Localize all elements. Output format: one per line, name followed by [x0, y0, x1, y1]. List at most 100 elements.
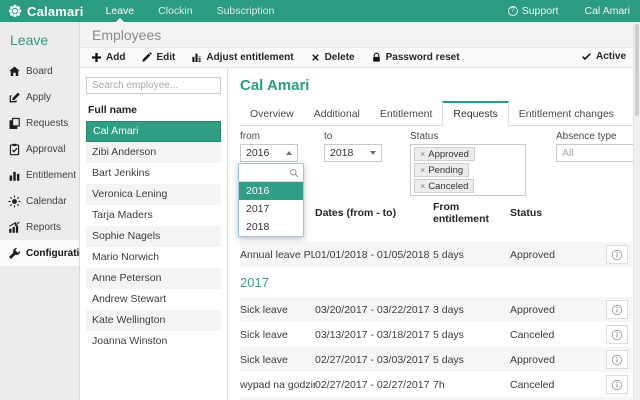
year-section-header: 2017	[240, 275, 269, 290]
from-year-select[interactable]: 2016	[240, 144, 298, 162]
sidebar-item-approval[interactable]: Approval	[0, 136, 79, 162]
status-tag-canceled[interactable]: × Canceled	[414, 179, 475, 193]
employee-row[interactable]: Mario Norwich	[86, 247, 221, 268]
search-icon	[289, 168, 299, 178]
employee-row[interactable]: Zibi Anderson	[86, 142, 221, 163]
absence-type-input[interactable]	[556, 144, 640, 162]
top-nav-clockin[interactable]: Clockin	[146, 0, 204, 22]
calamari-logo-icon	[8, 4, 22, 18]
dropdown-option-2018[interactable]: 2018	[239, 218, 303, 236]
status-column-header: Status	[510, 207, 543, 219]
remove-tag-icon[interactable]: ×	[420, 181, 425, 191]
scrollbar-thumb[interactable]	[635, 24, 639, 116]
request-row: wypad na godzine02/27/2017 - 02/27/20177…	[240, 372, 632, 397]
user-menu[interactable]: Cal Amari	[584, 5, 630, 17]
info-button[interactable]	[606, 300, 628, 319]
help-circle-icon: ?	[507, 6, 518, 16]
support-link[interactable]: ? Support	[507, 5, 559, 17]
dropdown-search	[239, 164, 303, 182]
employee-row[interactable]: Anne Peterson	[86, 268, 221, 289]
info-button[interactable]	[606, 350, 628, 369]
employee-detail-title: Cal Amari	[240, 77, 310, 94]
info-button[interactable]	[606, 325, 628, 344]
status-tag-pending[interactable]: × Pending	[414, 163, 470, 177]
status-tag-label: Approved	[428, 148, 469, 160]
status-tag-approved[interactable]: × Approved	[414, 147, 475, 161]
top-nav-leave[interactable]: Leave	[94, 0, 147, 22]
employee-row[interactable]: Tarja Maders	[86, 205, 221, 226]
from-year-value: 2016	[246, 147, 270, 159]
caret-down-icon	[370, 151, 376, 155]
active-filter-button[interactable]: Active	[581, 51, 626, 62]
dates-column-header: Dates (from - to)	[315, 207, 397, 219]
edit-button[interactable]: Edit	[141, 52, 175, 63]
tab-entitlement-changes[interactable]: Entitlement changes	[509, 103, 624, 125]
absence-type-filter: Absence type	[556, 131, 640, 196]
status-cell: Canceled	[510, 328, 555, 341]
employee-row[interactable]: Cal Amari	[86, 121, 221, 142]
employee-detail: Cal Amari Overview Additional Entitlement R…	[228, 68, 640, 400]
leave-type-cell: Sick leave	[240, 328, 288, 341]
leave-type-cell: Annual leave PL	[240, 248, 315, 261]
year-search-input[interactable]	[243, 167, 289, 178]
plus-icon	[91, 52, 102, 63]
dates-cell: 03/20/2017 - 03/22/2017	[315, 303, 430, 316]
tab-overview[interactable]: Overview	[240, 103, 304, 125]
tab-additional[interactable]: Additional	[304, 103, 370, 125]
request-row: Sick leave 02/27/2017 - 03/03/2017 5 days A…	[240, 347, 632, 372]
dropdown-option-2016[interactable]: 2016	[239, 182, 303, 200]
add-button[interactable]: Add	[91, 52, 125, 63]
employee-row[interactable]: Veronica Lening	[86, 184, 221, 205]
edit-button-label: Edit	[156, 52, 176, 63]
entitlement-cell: 7h	[433, 378, 445, 391]
status-tag-label: Canceled	[428, 180, 469, 192]
sidebar-item-entitlement[interactable]: Entitlement	[0, 162, 79, 188]
requests-table-body: Annual leave PL 01/01/2018 - 01/05/2018 5 …	[240, 222, 632, 400]
employee-row[interactable]: Kate Wellington	[86, 310, 221, 331]
info-button[interactable]	[606, 245, 628, 264]
dates-cell: 02/27/2017 - 02/27/2017	[315, 378, 430, 391]
brand[interactable]: Calamari	[0, 4, 94, 19]
delete-button[interactable]: Delete	[310, 52, 355, 63]
status-tag-label: Pending	[428, 164, 464, 176]
sidebar: Leave Board Apply Requests Approval Entitlem…	[0, 22, 92, 400]
page-scrollbar[interactable]	[633, 22, 640, 400]
sidebar-item-requests[interactable]: Requests	[0, 110, 79, 136]
sidebar-item-board[interactable]: Board	[0, 58, 79, 84]
remove-tag-icon[interactable]: ×	[420, 149, 425, 159]
tab-requests[interactable]: Requests	[442, 101, 509, 126]
adjust-entitlement-button[interactable]: Adjust entitlement	[191, 52, 294, 63]
status-tags-box[interactable]: × Approved × Pending × Canceled	[410, 144, 526, 196]
employee-row[interactable]: Sophie Nagels	[86, 226, 221, 247]
employee-row[interactable]: Joanna Winston	[86, 331, 221, 352]
employee-row[interactable]: Andrew Stewart	[86, 289, 221, 310]
sidebar-item-apply[interactable]: Apply	[0, 84, 79, 110]
remove-tag-icon[interactable]: ×	[420, 165, 425, 175]
dropdown-option-2017[interactable]: 2017	[239, 200, 303, 218]
password-reset-button[interactable]: Password reset	[371, 52, 460, 63]
support-label: Support	[521, 5, 559, 17]
topbar-right: ? Support Cal Amari	[507, 5, 640, 17]
top-nav-subscription[interactable]: Subscription	[205, 0, 287, 22]
home-icon	[8, 65, 21, 78]
sidebar-item-label: Entitlement	[26, 169, 77, 181]
to-filter: to 2018	[324, 131, 382, 196]
employee-row[interactable]: Bart Jenkins	[86, 163, 221, 184]
password-reset-button-label: Password reset	[385, 52, 460, 63]
active-filter-label: Active	[595, 50, 626, 62]
tab-entitlement[interactable]: Entitlement	[370, 103, 443, 125]
search-employee-input[interactable]	[86, 77, 221, 94]
lock-icon	[371, 52, 382, 63]
wrench-icon	[8, 247, 21, 260]
sidebar-item-reports[interactable]: Reports	[0, 214, 79, 240]
from-filter-label: from	[240, 131, 260, 142]
request-row: Sick leave 03/13/2017 - 03/18/2017 5 days C…	[240, 322, 632, 347]
sidebar-item-calendar[interactable]: Calendar	[0, 188, 79, 214]
dates-cell: 01/01/2018 - 01/05/2018	[315, 248, 430, 261]
adjust-bars-icon	[191, 52, 202, 63]
entitlement-column-header: From entitlement	[433, 201, 490, 225]
sidebar-item-configuration[interactable]: Configuration	[0, 240, 92, 266]
to-year-select[interactable]: 2018	[324, 144, 382, 162]
info-button[interactable]	[606, 375, 628, 394]
request-row: Sick leave 03/20/2017 - 03/22/2017 3 days A…	[240, 297, 632, 322]
